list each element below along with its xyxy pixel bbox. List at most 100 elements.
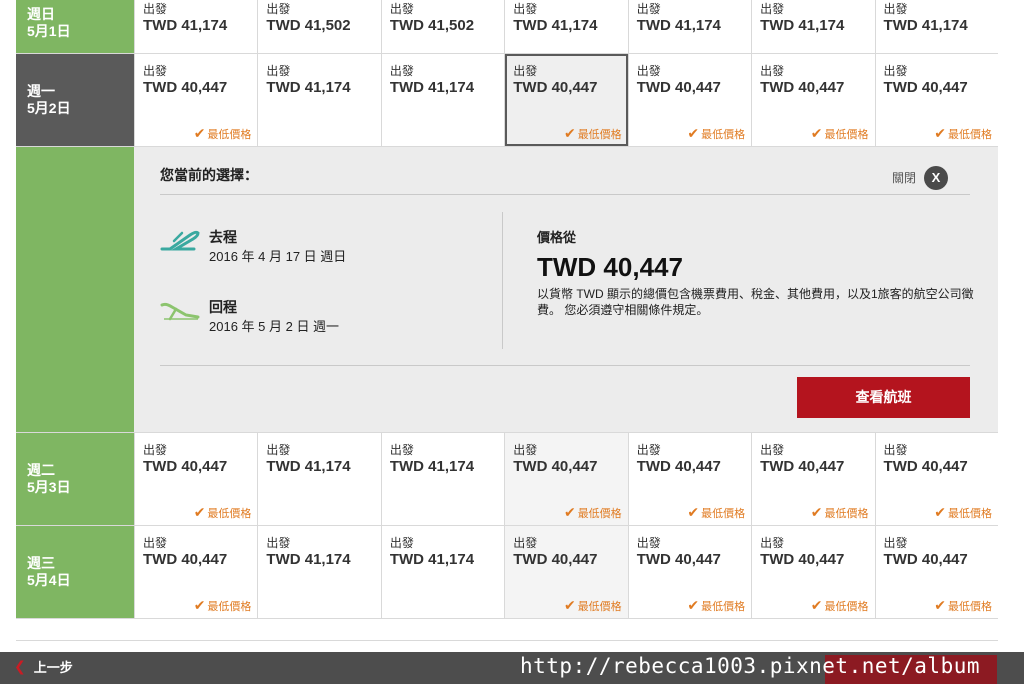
- fare-cell[interactable]: 出發 TWD 41,174: [380, 526, 505, 618]
- selection-title: 您當前的選擇：: [160, 167, 258, 183]
- fare-cell[interactable]: 出發 TWD 40,447 ✔ 最低價格: [874, 526, 998, 618]
- fare-cell[interactable]: 出發 TWD 41,174: [751, 0, 875, 53]
- fare-price: TWD 41,174: [143, 17, 228, 34]
- row-date-header: 週二 5月3日: [16, 433, 134, 525]
- selection-detail: 您當前的選擇： 關閉 X 去程 2016 年 4 月 17 日 週日 回程 20…: [16, 147, 998, 433]
- row-date: 5月3日: [27, 479, 71, 495]
- lowest-price-label: 最低價格: [701, 600, 746, 613]
- fare-cell[interactable]: 出發 TWD 41,174: [257, 433, 381, 525]
- total-price: TWD 40,447: [537, 252, 683, 282]
- back-button[interactable]: ❮ 上一步: [14, 657, 73, 676]
- fare-cell[interactable]: 出發 TWD 41,174: [257, 54, 381, 146]
- fare-price: TWD 41,174: [389, 79, 475, 96]
- lowest-price-badge: ✔ 最低價格: [934, 504, 992, 521]
- lowest-price-badge: ✔ 最低價格: [194, 504, 252, 521]
- fare-cell[interactable]: 出發 TWD 40,447 ✔ 最低價格: [751, 54, 875, 146]
- depart-label: 出發: [143, 536, 168, 550]
- back-label: 上一步: [33, 660, 73, 675]
- fare-cell[interactable]: 出發 TWD 40,447 ✔ 最低價格: [134, 526, 258, 618]
- date-row: 週日 5月1日 出發 TWD 41,174 出發 TWD 41,502 出發 TWD 41,5…: [16, 0, 998, 54]
- depart-label: 出發: [883, 64, 908, 78]
- lowest-price-badge: ✔ 最低價格: [564, 125, 622, 142]
- fare-cell[interactable]: 出發 TWD 40,447 ✔ 最低價格: [627, 54, 752, 146]
- check-icon: ✔: [810, 504, 823, 520]
- row-date: 5月1日: [27, 22, 71, 39]
- depart-label: 出發: [389, 443, 414, 457]
- lowest-price-badge: ✔ 最低價格: [811, 125, 869, 142]
- fare-price: TWD 40,447: [636, 551, 721, 568]
- divider: [160, 194, 970, 195]
- inbound-label: 回程: [209, 299, 237, 315]
- depart-label: 出發: [513, 2, 538, 16]
- check-icon: ✔: [810, 597, 823, 613]
- fare-cell[interactable]: 出發 TWD 40,447 ✔ 最低價格: [504, 526, 628, 618]
- row-date-header: 週日 5月1日: [16, 0, 134, 53]
- lowest-price-label: 最低價格: [947, 600, 992, 613]
- fare-cell[interactable]: 出發 TWD 40,447 ✔ 最低價格: [751, 526, 875, 618]
- fare-cell[interactable]: 出發 TWD 40,447 ✔ 最低價格: [874, 433, 998, 525]
- fare-cell[interactable]: 出發 TWD 41,174: [627, 0, 752, 53]
- fare-cell[interactable]: 出發 TWD 40,447 ✔ 最低價格: [627, 433, 752, 525]
- row-date: 5月2日: [27, 100, 71, 116]
- fare-price: TWD 41,174: [266, 79, 351, 96]
- lowest-price-label: 最低價格: [947, 128, 992, 141]
- fare-cell[interactable]: 出發 TWD 41,502: [380, 0, 505, 53]
- watermark: http://rebecca1003.pixnet.net/album: [520, 654, 981, 678]
- check-icon: ✔: [687, 125, 700, 141]
- fare-price: TWD 40,447: [760, 79, 845, 96]
- depart-label: 出發: [636, 2, 661, 16]
- price-note: 以貨幣 TWD 顯示的總價包含機票費用、稅金、其他費用，以及1旅客的航空公司徵費…: [537, 287, 974, 317]
- lowest-price-badge: ✔ 最低價格: [687, 597, 745, 614]
- depart-label: 出發: [636, 443, 661, 457]
- fare-price: TWD 41,174: [389, 551, 475, 568]
- fare-cell[interactable]: 出發 TWD 41,174: [874, 0, 998, 53]
- fare-cell[interactable]: 出發 TWD 40,447 ✔ 最低價格: [874, 54, 998, 146]
- date-row: 週二 5月3日 出發 TWD 40,447 ✔ 最低價格 出發 TWD 41,174 出發 TWD…: [16, 433, 998, 526]
- fare-cell[interactable]: 出發 TWD 41,502: [257, 0, 381, 53]
- price-from-label: 價格從: [537, 230, 577, 245]
- fare-price: TWD 41,174: [513, 17, 598, 34]
- fare-cell[interactable]: 出發 TWD 40,447 ✔ 最低價格: [134, 54, 258, 146]
- lowest-price-badge: ✔ 最低價格: [687, 504, 745, 521]
- fare-cell-selected[interactable]: 出發 TWD 40,447 ✔ 最低價格: [504, 54, 628, 146]
- row-day: 週一: [27, 83, 55, 99]
- lowest-price-label: 最低價格: [701, 128, 746, 141]
- fare-cell[interactable]: 出發 TWD 41,174: [257, 526, 381, 618]
- row-day: 週二: [27, 462, 55, 478]
- depart-label: 出發: [266, 443, 291, 457]
- outbound-label: 去程: [209, 229, 237, 245]
- fare-cell[interactable]: 出發 TWD 40,447 ✔ 最低價格: [627, 526, 752, 618]
- depart-label: 出發: [636, 64, 661, 78]
- fare-cell[interactable]: 出發 TWD 40,447 ✔ 最低價格: [504, 433, 628, 525]
- lowest-price-label: 最低價格: [207, 128, 252, 141]
- date-row: 週一 5月2日 出發 TWD 40,447 ✔ 最低價格 出發 TWD 41,174 出發 TWD…: [16, 54, 998, 147]
- check-icon: ✔: [934, 125, 946, 141]
- check-icon: ✔: [687, 504, 700, 520]
- depart-label: 出發: [266, 536, 291, 550]
- fare-price: TWD 41,174: [636, 17, 721, 34]
- depart-label: 出發: [760, 2, 785, 16]
- fare-cell[interactable]: 出發 TWD 40,447 ✔ 最低價格: [751, 433, 875, 525]
- fare-cell[interactable]: 出發 TWD 41,174: [380, 54, 505, 146]
- fare-cell[interactable]: 出發 TWD 41,174: [134, 0, 258, 53]
- fare-price: TWD 40,447: [143, 79, 228, 96]
- lowest-price-label: 最低價格: [824, 507, 869, 520]
- fare-calendar-grid: 週日 5月1日 出發 TWD 41,174 出發 TWD 41,502 出發 TWD 41,5…: [16, 0, 998, 619]
- view-flights-button[interactable]: 查看航班: [797, 377, 970, 418]
- fare-price: TWD 40,447: [143, 458, 228, 475]
- depart-label: 出發: [389, 536, 414, 550]
- fare-price: TWD 41,174: [266, 551, 351, 568]
- airplane-landing-icon: [160, 302, 200, 321]
- depart-label: 出發: [636, 536, 661, 550]
- lowest-price-label: 最低價格: [824, 600, 869, 613]
- fare-cell[interactable]: 出發 TWD 41,174: [504, 0, 628, 53]
- lowest-price-badge: ✔ 最低價格: [564, 597, 622, 614]
- close-icon[interactable]: X: [924, 166, 948, 190]
- fare-cell[interactable]: 出發 TWD 40,447 ✔ 最低價格: [134, 433, 258, 525]
- fare-cell[interactable]: 出發 TWD 41,174: [380, 433, 505, 525]
- close-label[interactable]: 關閉: [892, 169, 916, 186]
- lowest-price-label: 最低價格: [701, 507, 746, 520]
- lowest-price-badge: ✔ 最低價格: [194, 125, 252, 142]
- lowest-price-label: 最低價格: [207, 600, 252, 613]
- depart-label: 出發: [389, 64, 414, 78]
